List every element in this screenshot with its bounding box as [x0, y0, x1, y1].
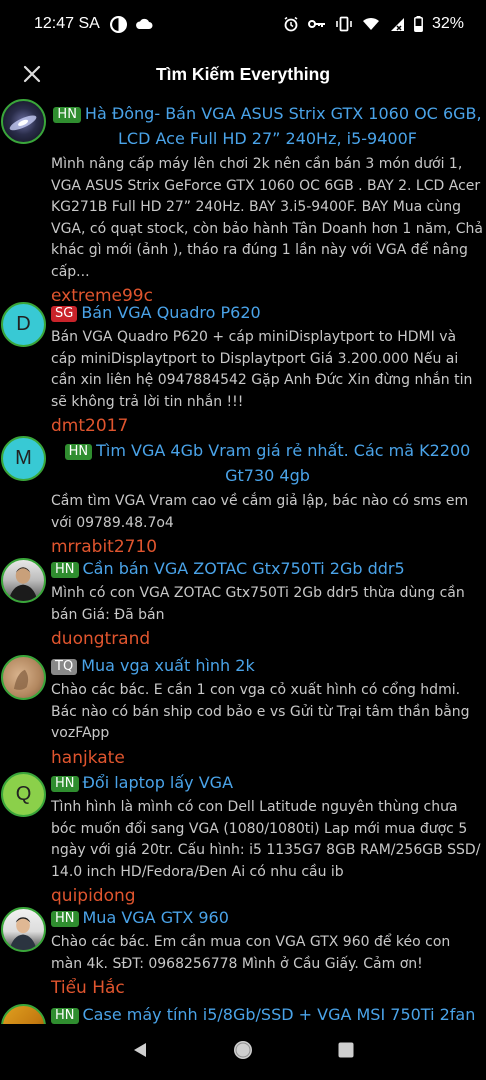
alarm-icon [284, 16, 298, 32]
result-title-text[interactable]: Tìm VGA 4Gb Vram giá rẻ nhất. Các mã K22… [96, 441, 470, 485]
result-title[interactable]: HN Tìm VGA 4Gb Vram giá rẻ nhất. Các mã K… [51, 434, 484, 488]
result-title-text[interactable]: Đổi laptop lấy VGA [83, 773, 234, 792]
region-badge: HN [51, 1008, 79, 1024]
key-icon [307, 20, 325, 28]
avatar[interactable] [1, 1004, 46, 1024]
result-title[interactable]: HN Case máy tính i5/8Gb/SSD + VGA MSI 750… [51, 1002, 484, 1024]
result-title-text[interactable]: Cần bán VGA ZOTAC Gtx750Ti 2Gb ddr5 [83, 559, 405, 578]
result-item[interactable]: HN Mua VGA GTX 960 Chào các bác. Em cần m… [0, 905, 486, 1002]
result-item[interactable]: TQ Mua vga xuất hình 2k Chào các bác. E c… [0, 653, 486, 770]
signal-icon [390, 17, 404, 31]
nav-recents-button[interactable] [337, 1041, 355, 1063]
result-excerpt: Cầm tìm VGA Vram cao về cắm giả lập, bác… [51, 493, 469, 531]
region-badge: HN [51, 776, 79, 792]
page-title: Tìm Kiếm Everything [155, 63, 331, 84]
nav-home-button[interactable] [232, 1039, 254, 1065]
nav-back-button[interactable] [131, 1041, 149, 1063]
result-author[interactable]: duongtrand [51, 627, 484, 651]
result-item[interactable]: HN Cần bán VGA ZOTAC Gtx750Ti 2Gb ddr5 Mì… [0, 556, 486, 653]
avatar-image [9, 917, 37, 950]
battery-icon [414, 16, 423, 32]
region-badge: TQ [51, 659, 78, 675]
result-excerpt: Tình hình là mình có con Dell Latitude n… [51, 799, 481, 880]
avatar[interactable] [1, 99, 46, 144]
avatar-image [8, 567, 38, 601]
result-excerpt: Chào các bác. E cần 1 con vga cỏ xuất hì… [51, 682, 470, 741]
close-button[interactable] [18, 60, 46, 88]
nav-recents-icon [338, 1042, 354, 1058]
status-time: 12:47 SA [34, 15, 100, 32]
region-badge: HN [51, 562, 79, 578]
close-icon [23, 65, 41, 83]
battery-percent: 32% [431, 15, 464, 32]
result-excerpt: Bán VGA Quadro P620 + cáp miniDisplaytpo… [51, 329, 473, 410]
result-title-text[interactable]: Mua VGA GTX 960 [83, 908, 229, 927]
avatar[interactable]: D [1, 302, 46, 347]
search-results-list[interactable]: HN Hà Đông- Bán VGA ASUS Strix GTX 1060 O… [0, 97, 486, 1024]
region-badge: HN [64, 444, 93, 460]
avatar-image [13, 669, 29, 690]
avatar[interactable] [1, 558, 46, 603]
avatar[interactable] [1, 655, 46, 700]
result-item[interactable]: Q HN Đổi laptop lấy VGA Tình hình là mình… [0, 770, 486, 906]
dnd-icon [109, 15, 127, 33]
avatar-letter: M [15, 447, 32, 469]
system-nav-bar [0, 1024, 486, 1080]
result-item[interactable]: HN Case máy tính i5/8Gb/SSD + VGA MSI 750… [0, 1002, 486, 1024]
result-excerpt: Chào các bác. Em cần mua con VGA GTX 960… [51, 934, 451, 972]
avatar-letter: D [16, 313, 31, 335]
result-author[interactable]: Tiểu Hắc [51, 976, 484, 1000]
region-badge: HN [51, 911, 79, 927]
result-excerpt: Mình có con VGA ZOTAC Gtx750Ti 2Gb ddr5 … [51, 585, 465, 623]
avatar[interactable] [1, 907, 46, 952]
cloud-icon [135, 18, 153, 29]
result-title[interactable]: HN Hà Đông- Bán VGA ASUS Strix GTX 1060 O… [51, 97, 484, 151]
result-title[interactable]: HN Cần bán VGA ZOTAC Gtx750Ti 2Gb ddr5 [51, 556, 484, 581]
result-title[interactable]: TQ Mua vga xuất hình 2k [51, 653, 484, 678]
result-item[interactable]: M HN Tìm VGA 4Gb Vram giá rẻ nhất. Các mã… [0, 434, 486, 557]
result-title-text[interactable]: Case máy tính i5/8Gb/SSD + VGA MSI 750Ti… [83, 1005, 476, 1024]
result-title[interactable]: HN Mua VGA GTX 960 [51, 905, 484, 930]
result-title[interactable]: SG Bán VGA Quadro P620 [51, 300, 484, 325]
result-item[interactable]: D SG Bán VGA Quadro P620 Bán VGA Quadro P… [0, 300, 486, 436]
result-author[interactable]: hanjkate [51, 746, 484, 770]
result-title-text[interactable]: Hà Đông- Bán VGA ASUS Strix GTX 1060 OC … [85, 104, 482, 148]
region-badge: SG [51, 306, 78, 322]
avatar[interactable]: Q [1, 772, 46, 817]
result-title-text[interactable]: Mua vga xuất hình 2k [81, 656, 255, 675]
result-title-text[interactable]: Bán VGA Quadro P620 [81, 303, 260, 322]
result-excerpt: Mình nâng cấp máy lên chơi 2k nên cần bá… [51, 156, 483, 280]
wifi-icon [362, 17, 379, 30]
status-bar: 12:47 SA 32% [0, 0, 486, 48]
avatar-letter: Q [15, 783, 32, 805]
nav-home-icon [233, 1041, 252, 1059]
result-title[interactable]: HN Đổi laptop lấy VGA [51, 770, 484, 795]
avatar-image [9, 115, 37, 131]
nav-back-icon [134, 1043, 147, 1057]
vibrate-icon [336, 16, 352, 32]
avatar[interactable]: M [1, 436, 46, 481]
app-bar: Tìm Kiếm Everything [0, 48, 486, 100]
result-item[interactable]: HN Hà Đông- Bán VGA ASUS Strix GTX 1060 O… [0, 97, 486, 306]
region-badge: HN [53, 107, 81, 123]
